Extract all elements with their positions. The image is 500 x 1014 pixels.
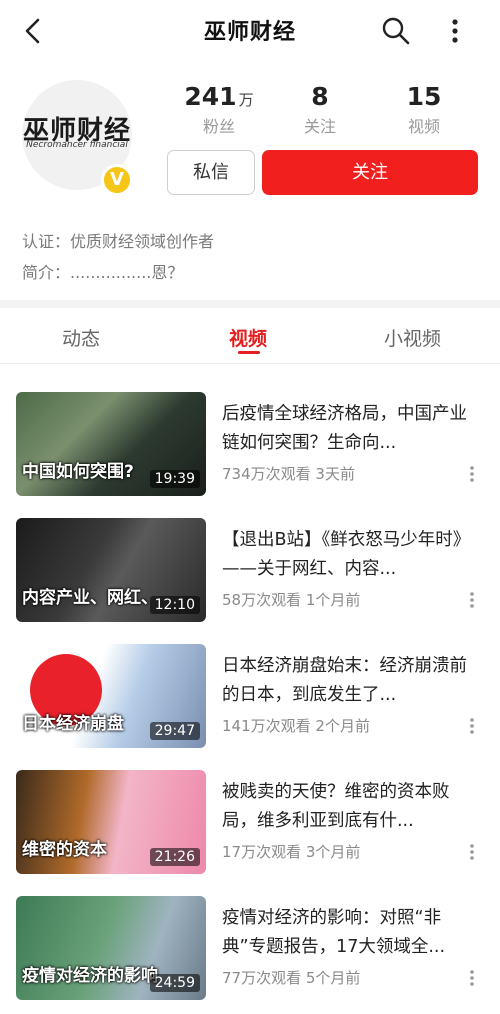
video-title[interactable]: 疫情对经济的影响：对照“非典”专题报告，17大领域全... xyxy=(222,904,478,962)
search-icon[interactable] xyxy=(380,15,412,47)
stat-number: 8 xyxy=(311,82,329,111)
video-item[interactable]: 维密的资本 21:26 被贱卖的天使？维密的资本败局，维多利亚到底有什... 1… xyxy=(0,770,500,878)
stat-number: 241 xyxy=(184,82,237,111)
more-vertical-icon[interactable] xyxy=(442,15,468,47)
verified-badge-icon: V xyxy=(101,164,133,196)
page-title: 巫师财经 xyxy=(203,20,296,45)
message-button[interactable]: 私信 xyxy=(167,150,255,195)
more-vertical-icon[interactable] xyxy=(464,716,480,736)
video-duration: 24:59 xyxy=(149,974,200,992)
video-duration: 29:47 xyxy=(149,722,200,740)
video-title[interactable]: 【退出B站】《鲜衣怒马少年时》——关于网红、内容... xyxy=(222,526,478,584)
video-meta: 58万次观看 1个月前 xyxy=(222,591,361,609)
stat-videos[interactable]: 15 视频 xyxy=(379,82,469,137)
thumbnail-caption: 内容产业、网红、 xyxy=(22,588,158,608)
tab-short-videos[interactable]: 小视频 xyxy=(384,324,441,351)
stat-number: 15 xyxy=(406,82,442,111)
video-meta: 141万次观看 2个月前 xyxy=(222,717,370,735)
stat-label: 关注 xyxy=(303,117,336,136)
tab-videos[interactable]: 视频 xyxy=(229,324,267,351)
section-divider xyxy=(0,300,500,308)
more-vertical-icon[interactable] xyxy=(464,842,480,862)
video-item[interactable]: 中国如何突围? 19:39 后疫情全球经济格局，中国产业链如何突围？生命向...… xyxy=(0,392,500,500)
more-vertical-icon[interactable] xyxy=(464,464,480,484)
stat-fans[interactable]: 241 万 粉丝 xyxy=(174,82,264,137)
video-meta: 17万次观看 3个月前 xyxy=(222,843,361,861)
more-vertical-icon[interactable] xyxy=(464,968,480,988)
video-item[interactable]: 疫情对经济的影响 24:59 疫情对经济的影响：对照“非典”专题报告，17大领域… xyxy=(0,896,500,1004)
video-item[interactable]: 内容产业、网红、 12:10 【退出B站】《鲜衣怒马少年时》——关于网红、内容.… xyxy=(0,518,500,626)
stat-label: 粉丝 xyxy=(202,117,235,136)
thumbnail-caption: 日本经济崩盘 xyxy=(22,714,124,734)
active-tab-indicator xyxy=(238,351,260,354)
more-vertical-icon[interactable] xyxy=(464,590,480,610)
tab-bar-divider xyxy=(0,363,500,364)
video-title[interactable]: 被贱卖的天使？维密的资本败局，维多利亚到底有什... xyxy=(222,778,478,836)
thumbnail-caption: 维密的资本 xyxy=(22,840,107,860)
stat-label: 视频 xyxy=(407,117,440,136)
follow-button[interactable]: 关注 xyxy=(262,150,478,195)
certification-text: 认证：优质财经领域创作者 xyxy=(22,232,215,251)
avatar-logo-subtext: Necromancer financial xyxy=(26,140,128,150)
stat-following[interactable]: 8 关注 xyxy=(275,82,365,137)
video-meta: 77万次观看 5个月前 xyxy=(222,969,361,987)
video-title[interactable]: 日本经济崩盘始末：经济崩溃前的日本，到底发生了... xyxy=(222,652,478,710)
tab-dynamics[interactable]: 动态 xyxy=(62,324,100,351)
video-duration: 12:10 xyxy=(149,596,200,614)
top-bar: 巫师财经 xyxy=(0,0,500,62)
video-meta: 734万次观看 3天前 xyxy=(222,465,355,483)
video-duration: 19:39 xyxy=(149,470,200,488)
video-thumbnail[interactable]: 维密的资本 21:26 xyxy=(16,770,206,874)
video-thumbnail[interactable]: 中国如何突围? 19:39 xyxy=(16,392,206,496)
video-thumbnail[interactable]: 疫情对经济的影响 24:59 xyxy=(16,896,206,1000)
video-thumbnail[interactable]: 内容产业、网红、 12:10 xyxy=(16,518,206,622)
video-item[interactable]: 日本经济崩盘 29:47 日本经济崩盘始末：经济崩溃前的日本，到底发生了... … xyxy=(0,644,500,752)
thumbnail-caption: 中国如何突围? xyxy=(22,462,134,482)
video-duration: 21:26 xyxy=(149,848,200,866)
thumbnail-caption: 疫情对经济的影响 xyxy=(22,966,158,986)
stat-unit: 万 xyxy=(238,91,254,109)
video-title[interactable]: 后疫情全球经济格局，中国产业链如何突围？生命向... xyxy=(222,400,478,458)
intro-text: 简介：................恩？ xyxy=(22,263,184,282)
video-thumbnail[interactable]: 日本经济崩盘 29:47 xyxy=(16,644,206,748)
